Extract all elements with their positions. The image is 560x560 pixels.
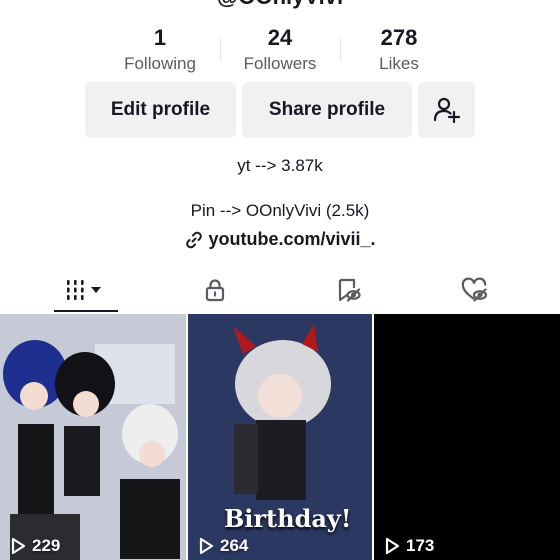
bio-link-text: youtube.com/vivii_.	[208, 229, 376, 249]
add-friend-button[interactable]	[418, 82, 475, 138]
edit-profile-button[interactable]: Edit profile	[85, 82, 236, 138]
following-label: Following	[124, 54, 196, 73]
likes-stat[interactable]: 278 Likes	[339, 26, 459, 76]
link-icon	[186, 231, 203, 248]
bookmark-hidden-icon	[338, 278, 361, 302]
chevron-down-icon	[91, 287, 101, 293]
play-icon	[11, 537, 26, 555]
share-profile-button[interactable]: Share profile	[242, 82, 412, 138]
profile-stats: 1 Following 24 Followers 278 Likes	[0, 26, 560, 76]
bio-line-1: yt --> 3.87k	[237, 156, 323, 175]
active-tab-indicator	[54, 310, 118, 312]
video-overlay-text: Birthday!	[224, 504, 352, 533]
video-thumbnail[interactable]: 229	[0, 314, 186, 560]
video-thumbnail[interactable]: 173	[374, 314, 560, 560]
profile-actions: Edit profile Share profile	[0, 82, 560, 138]
profile-username: @OOnlyVivi	[0, 0, 560, 10]
view-count: 264	[198, 536, 248, 556]
bio-link[interactable]: youtube.com/vivii_.	[0, 229, 560, 250]
likes-label: Likes	[379, 54, 419, 73]
video-thumbnail[interactable]: Birthday! 264	[188, 314, 372, 560]
lock-icon	[205, 279, 225, 302]
profile-tabs	[0, 268, 560, 314]
thumbnail-art	[0, 314, 186, 560]
likes-count: 278	[380, 25, 418, 50]
view-count: 229	[10, 536, 60, 556]
grid-icon	[67, 280, 101, 300]
view-count: 173	[384, 536, 434, 556]
play-icon	[385, 537, 400, 555]
bio-line-2: Pin --> OOnlyVivi (2.5k)	[190, 201, 370, 220]
tab-videos[interactable]	[52, 268, 120, 312]
heart-hidden-icon	[461, 277, 488, 302]
play-icon	[199, 537, 214, 555]
video-grid: 229 Birthday! 264 173	[0, 314, 560, 560]
followers-stat[interactable]: 24 Followers	[220, 26, 340, 76]
view-count-text: 173	[406, 536, 435, 555]
tab-favorites[interactable]	[318, 268, 378, 312]
following-count: 1	[153, 25, 167, 50]
add-person-icon	[433, 97, 460, 124]
view-count-text: 229	[32, 536, 61, 555]
followers-label: Followers	[243, 54, 317, 73]
tab-liked[interactable]	[445, 268, 505, 312]
view-count-text: 264	[220, 536, 249, 555]
tab-private[interactable]	[185, 268, 245, 312]
followers-count: 24	[267, 25, 293, 50]
following-stat[interactable]: 1 Following	[100, 26, 220, 76]
